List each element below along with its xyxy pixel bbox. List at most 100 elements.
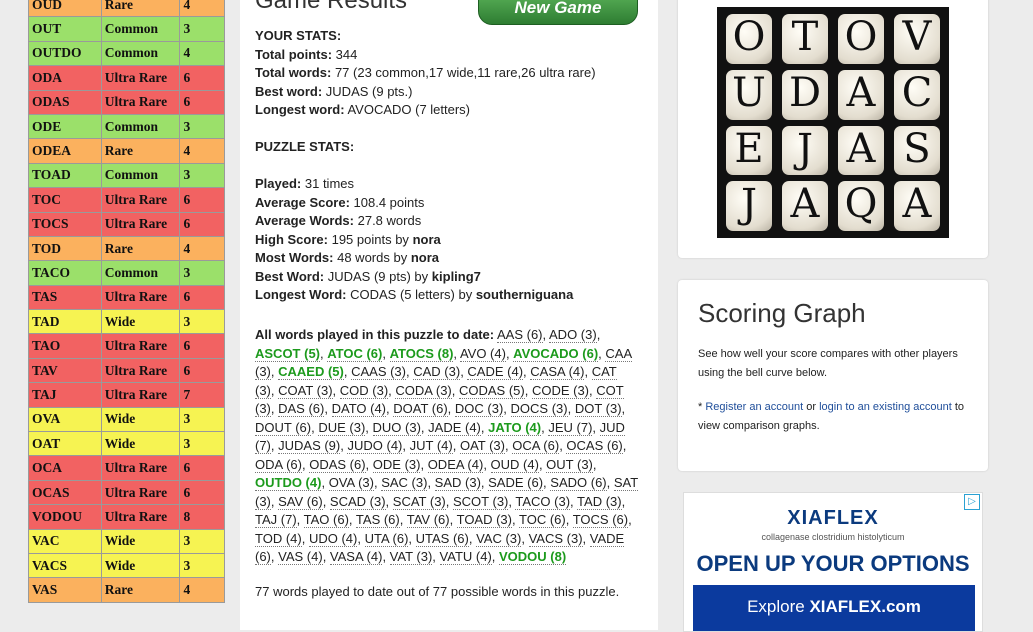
played-word-link[interactable]: SCAT (3) — [392, 493, 446, 510]
played-word-link[interactable]: ATOC (6) — [327, 345, 383, 362]
played-word-link[interactable]: OUT (3) — [546, 456, 593, 473]
played-word-link[interactable]: UTAS (6) — [415, 530, 469, 547]
played-word-link[interactable]: JUDO (4) — [347, 438, 403, 454]
played-word-link[interactable]: OCAS (6) — [566, 438, 623, 454]
played-word-link[interactable]: OCA (6) — [512, 438, 560, 454]
played-word-link[interactable]: UDO (4) — [308, 530, 358, 547]
new-game-button[interactable]: New Game — [478, 0, 638, 25]
word-cell: ODE — [28, 113, 102, 140]
played-word-link[interactable]: TOAD (3) — [456, 512, 512, 528]
played-word-link[interactable]: VAS (4) — [278, 549, 323, 565]
played-word-link[interactable]: DOC (3) — [454, 401, 504, 417]
played-word-link[interactable]: AAS (6) — [496, 327, 543, 343]
word-cell: VACS — [28, 552, 102, 579]
type-cell: Common — [100, 260, 181, 286]
advertisement[interactable]: ▷ XIAFLEX collagenase clostridium histol… — [683, 492, 983, 632]
played-word-link[interactable]: CADE (4) — [467, 364, 524, 380]
played-word-link[interactable]: VATU (4) — [439, 549, 492, 565]
played-word-link[interactable]: ATOCS (8) — [389, 345, 454, 362]
type-cell: Ultra Rare — [100, 89, 181, 115]
played-word-link[interactable]: TOD (4) — [255, 530, 302, 547]
played-word-link[interactable]: AVO (4) — [459, 345, 506, 362]
played-word-link[interactable]: TAD (3) — [577, 493, 622, 510]
played-word-link[interactable]: VAC (3) — [476, 530, 522, 547]
played-word-link[interactable]: DOAT (6) — [393, 401, 448, 417]
played-word-link[interactable]: TOC (6) — [519, 512, 566, 528]
played-word-link[interactable]: CODAS (5) — [458, 382, 525, 399]
played-word-link[interactable]: ODEA (4) — [427, 456, 484, 473]
played-word-link[interactable]: JEU (7) — [548, 419, 593, 436]
word-row: TAV Ultra Rare 6 — [28, 357, 225, 384]
played-word-link[interactable]: DUO (3) — [372, 419, 421, 436]
played-word-link[interactable]: TAO (6) — [303, 512, 349, 528]
points-cell: 4 — [179, 577, 225, 603]
ad-cta[interactable]: Explore XIAFLEX.com — [693, 585, 975, 631]
word-cell: TOC — [28, 187, 102, 213]
played-word-link[interactable]: COD (3) — [339, 382, 389, 399]
played-word-link[interactable]: OVA (3) — [328, 475, 374, 491]
played-word-link[interactable]: SAD (3) — [434, 475, 481, 491]
played-word-link[interactable]: DAS (6) — [278, 401, 325, 417]
played-word-link[interactable]: ODA (6) — [255, 456, 302, 473]
played-word-link[interactable]: UTA (6) — [364, 530, 409, 547]
played-word-link[interactable]: SADO (6) — [550, 475, 607, 491]
played-word-link[interactable]: TOCS (6) — [572, 512, 629, 528]
played-word-link[interactable]: ODE (3) — [372, 456, 421, 473]
played-count: 31 times — [304, 176, 355, 191]
points-cell: 6 — [179, 284, 225, 311]
played-word-link[interactable]: SADE (6) — [488, 475, 544, 491]
played-word-link[interactable]: SAC (3) — [381, 475, 428, 491]
played-word-link[interactable]: DOCS (3) — [510, 401, 568, 417]
word-cell: TACO — [28, 260, 102, 286]
played-word-link[interactable]: JUT (4) — [409, 438, 453, 454]
played-word-link[interactable]: TAV (6) — [406, 512, 450, 528]
played-word-link[interactable]: JADE (4) — [428, 419, 481, 436]
played-word-link[interactable]: ODAS (6) — [309, 456, 366, 473]
played-word-link[interactable]: DOT (3) — [574, 401, 622, 417]
played-word-link[interactable]: ASCOT (5) — [255, 345, 320, 362]
played-word-link[interactable]: VASA (4) — [329, 549, 383, 565]
word-row: ODEA Rare 4 — [28, 138, 225, 164]
played-word-link[interactable]: VAT (3) — [389, 549, 433, 565]
played-word-link[interactable]: TAS (6) — [355, 512, 400, 528]
played-word-link[interactable]: SAV (6) — [278, 493, 323, 510]
played-word-link[interactable]: AVOCADO (6) — [513, 345, 599, 362]
played-word-link[interactable]: DATO (4) — [331, 401, 387, 417]
played-word-link[interactable]: JATO (4) — [488, 419, 542, 436]
points-cell: 4 — [179, 40, 225, 67]
puzzle-longest-word: CODAS (5 letters) by — [350, 287, 473, 302]
points-cell: 6 — [179, 455, 225, 481]
played-word-link[interactable]: CAD (3) — [413, 364, 461, 380]
played-word-link[interactable]: CODA (3) — [395, 382, 452, 399]
played-word-link[interactable]: VODOU (8) — [499, 549, 567, 565]
played-word-link[interactable]: OAT (3) — [459, 438, 505, 454]
played-word-link[interactable]: CAAED (5) — [278, 364, 344, 380]
longest-word: AVOCADO (7 letters) — [347, 102, 471, 117]
played-word-link[interactable]: JUDAS (9) — [278, 438, 341, 454]
played-word-link[interactable]: TAJ (7) — [255, 512, 297, 528]
played-word-link[interactable]: COAT (3) — [278, 382, 333, 399]
scoring-graph-card: Scoring Graph See how well your score co… — [678, 280, 988, 471]
register-link[interactable]: Register an account — [705, 401, 803, 413]
letter-die: C — [894, 69, 940, 120]
played-word-link[interactable]: OUD (4) — [490, 456, 539, 473]
played-word-link[interactable]: DUE (3) — [318, 419, 366, 436]
type-cell: Rare — [100, 235, 181, 262]
played-word-link[interactable]: VACS (3) — [528, 530, 583, 547]
played-word-link[interactable]: TACO (3) — [515, 493, 571, 510]
played-word-link[interactable]: CASA (4) — [530, 364, 585, 380]
login-link[interactable]: login to an existing account — [819, 401, 952, 413]
word-cell: ODEA — [28, 138, 102, 164]
ad-headline: OPEN UP YOUR OPTIONS — [696, 551, 970, 576]
played-word-link[interactable]: OUTDO (4) — [255, 475, 322, 491]
played-word-link[interactable]: CAAS (3) — [351, 364, 406, 380]
type-cell: Wide — [100, 552, 181, 579]
word-row: TOCS Ultra Rare 6 — [28, 211, 225, 237]
played-word-link[interactable]: DOUT (6) — [255, 419, 312, 436]
played-word-link[interactable]: SCAD (3) — [329, 493, 386, 510]
type-cell: Wide — [100, 431, 181, 457]
played-word-link[interactable]: ADO (3) — [549, 327, 597, 343]
played-word-link[interactable]: SCOT (3) — [453, 493, 509, 510]
played-word-link[interactable]: CODE (3) — [531, 382, 590, 399]
points-cell: 6 — [179, 65, 225, 91]
